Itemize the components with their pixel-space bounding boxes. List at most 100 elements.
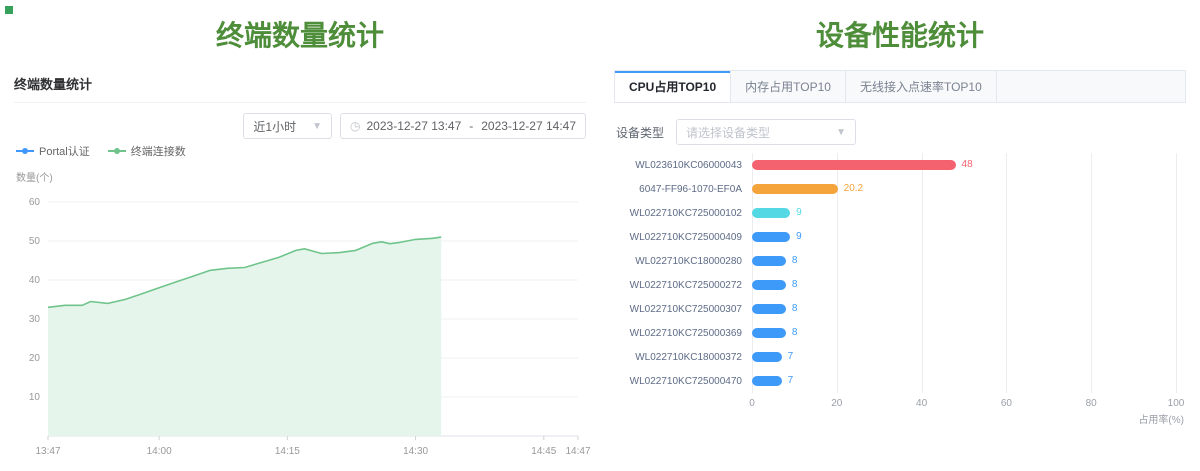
cpu-usage-bar [752,304,786,314]
legend-item-portal[interactable]: Portal认证 [16,143,90,159]
device-type-placeholder: 请选择设备类型 [686,124,770,141]
bar-track: 7 [752,369,1176,393]
cpu-usage-bar [752,208,790,218]
legend-label: 终端连接数 [131,143,186,159]
cpu-usage-bar [752,280,786,290]
x-axis-tick: 20 [831,398,842,409]
device-name-label: WL022710KC725000307 [614,304,752,315]
device-name-label: WL023610KC06000043 [614,160,752,171]
bar-value-label: 20.2 [844,183,863,194]
bar-row: WL022710KC725000409 9 [614,225,1186,249]
svg-text:50: 50 [29,236,41,247]
chevron-down-icon: ▼ [312,121,322,132]
terminal-line-chart: 10203040506013:4714:0014:1514:3014:4514:… [14,186,586,466]
device-name-label: WL022710KC725000470 [614,376,752,387]
bar-value-label: 8 [792,303,798,314]
time-controls: 近1小时 ▼ ◷ 2023-12-27 13:47 - 2023-12-27 1… [14,113,586,139]
cpu-usage-bar [752,256,786,266]
bar-track: 20.2 [752,177,1176,201]
device-type-filter: 设备类型 请选择设备类型 ▼ [616,119,1186,145]
bar-track: 9 [752,201,1176,225]
cpu-usage-bar [752,184,838,194]
date-end: 2023-12-27 14:47 [481,119,576,133]
svg-text:14:47: 14:47 [565,446,590,457]
chevron-down-icon: ▼ [836,127,846,138]
bar-row: 6047-FF96-1070-EF0A 20.2 [614,177,1186,201]
bar-track: 8 [752,273,1176,297]
x-axis-tick: 60 [1001,398,1012,409]
bar-track: 9 [752,225,1176,249]
tab-ap-rate-top10[interactable]: 无线接入点速率TOP10 [846,71,997,102]
terminal-panel-title: 终端数量统计 [14,70,586,103]
line-chart-legend: Portal认证 终端连接数 [16,143,586,159]
device-name-label: 6047-FF96-1070-EF0A [614,184,752,195]
bar-row: WL022710KC18000372 7 [614,345,1186,369]
bar-value-label: 8 [792,327,798,338]
device-name-label: WL022710KC18000372 [614,352,752,363]
bar-value-label: 8 [792,255,798,266]
terminal-section-title: 终端数量统计 [14,14,586,54]
device-name-label: WL022710KC725000409 [614,232,752,243]
device-type-select[interactable]: 请选择设备类型 ▼ [676,119,856,145]
x-axis-tick: 0 [749,398,755,409]
legend-item-connections[interactable]: 终端连接数 [108,143,186,159]
device-name-label: WL022710KC725000369 [614,328,752,339]
x-axis-tick: 80 [1086,398,1097,409]
cpu-usage-bar [752,160,956,170]
bar-track: 8 [752,321,1176,345]
bar-row: WL023610KC06000043 48 [614,153,1186,177]
time-range-value: 近1小时 [253,118,296,135]
device-type-label: 设备类型 [616,124,664,141]
bar-value-label: 9 [796,207,802,218]
bar-row: WL022710KC725000272 8 [614,273,1186,297]
tab-cpu-top10[interactable]: CPU占用TOP10 [615,71,731,102]
svg-text:40: 40 [29,275,41,286]
device-name-label: WL022710KC725000102 [614,208,752,219]
svg-text:20: 20 [29,353,41,364]
bar-track: 48 [752,153,1176,177]
clock-icon: ◷ [350,119,360,133]
date-range-picker[interactable]: ◷ 2023-12-27 13:47 - 2023-12-27 14:47 [340,113,586,139]
device-name-label: WL022710KC725000272 [614,280,752,291]
legend-label: Portal认证 [39,143,90,159]
legend-line-marker [108,147,126,155]
cpu-usage-bar [752,376,782,386]
legend-line-marker [16,147,34,155]
bar-value-label: 48 [962,159,973,170]
bar-track: 8 [752,249,1176,273]
bar-plot-area: WL023610KC06000043 48 6047-FF96-1070-EF0A 2… [614,153,1186,393]
bar-row: WL022710KC725000307 8 [614,297,1186,321]
svg-text:14:30: 14:30 [403,446,428,457]
bar-value-label: 7 [788,375,794,386]
svg-text:10: 10 [29,392,41,403]
device-perf-section: 设备性能统计 CPU占用TOP10 内存占用TOP10 无线接入点速率TOP10… [600,0,1200,456]
x-axis-title: 占用率(%) [1138,411,1184,426]
svg-text:60: 60 [29,197,41,208]
date-start: 2023-12-27 13:47 [367,119,462,133]
bar-track: 7 [752,345,1176,369]
perf-tabs: CPU占用TOP10 内存占用TOP10 无线接入点速率TOP10 [614,70,1186,103]
bar-value-label: 7 [788,351,794,362]
device-name-label: WL022710KC18000280 [614,256,752,267]
cpu-usage-bar [752,232,790,242]
time-range-select[interactable]: 近1小时 ▼ [243,113,332,139]
bar-value-label: 8 [792,279,798,290]
bar-track: 8 [752,297,1176,321]
cpu-usage-bar [752,328,786,338]
cpu-usage-bar [752,352,782,362]
tab-memory-top10[interactable]: 内存占用TOP10 [731,71,846,102]
bar-row: WL022710KC725000470 7 [614,369,1186,393]
bar-row: WL022710KC725000369 8 [614,321,1186,345]
svg-text:14:00: 14:00 [147,446,172,457]
dashboard-page: 终端数量统计 终端数量统计 近1小时 ▼ ◷ 2023-12-27 13:47 … [0,0,1200,456]
device-section-title: 设备性能统计 [614,14,1186,54]
svg-text:14:15: 14:15 [275,446,300,457]
bar-value-label: 9 [796,231,802,242]
svg-text:30: 30 [29,314,41,325]
cpu-top10-bar-chart: WL023610KC06000043 48 6047-FF96-1070-EF0A 2… [614,153,1186,425]
bar-row: WL022710KC725000102 9 [614,201,1186,225]
svg-text:14:45: 14:45 [531,446,556,457]
svg-text:13:47: 13:47 [35,446,60,457]
bar-x-axis: 占用率(%) 020406080100 [752,393,1176,425]
bar-row: WL022710KC18000280 8 [614,249,1186,273]
